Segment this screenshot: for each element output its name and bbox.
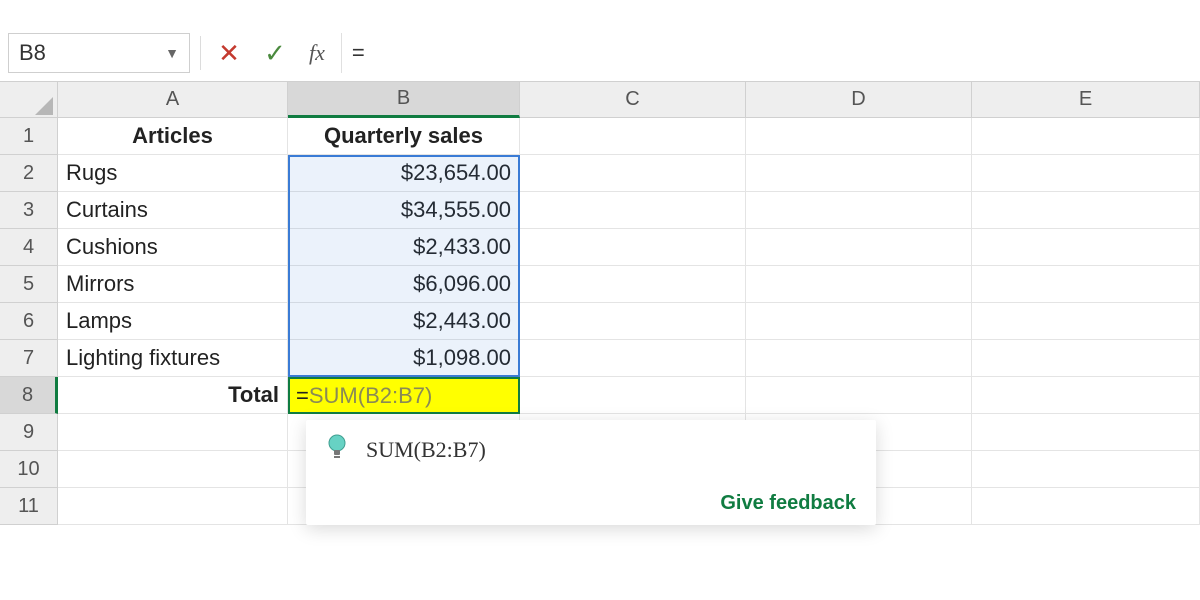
row-header-9[interactable]: 9 <box>0 414 58 451</box>
cell-d8[interactable] <box>746 377 972 414</box>
cell-d1[interactable] <box>746 118 972 155</box>
cell-e10[interactable] <box>972 451 1200 488</box>
cell-e4[interactable] <box>972 229 1200 266</box>
cell-a5[interactable]: Mirrors <box>58 266 288 303</box>
cell-d2[interactable] <box>746 155 972 192</box>
cell-c7[interactable] <box>520 340 746 377</box>
cell-d7[interactable] <box>746 340 972 377</box>
cell-e1[interactable] <box>972 118 1200 155</box>
cell-d4[interactable] <box>746 229 972 266</box>
cell-b8[interactable] <box>288 377 520 414</box>
column-header-d[interactable]: D <box>746 82 972 118</box>
row-6: 6 Lamps $2,443.00 <box>0 303 1200 340</box>
cell-e3[interactable] <box>972 192 1200 229</box>
row-3: 3 Curtains $34,555.00 <box>0 192 1200 229</box>
cell-d5[interactable] <box>746 266 972 303</box>
select-all-icon <box>35 97 53 115</box>
row-1: 1 Articles Quarterly sales <box>0 118 1200 155</box>
cell-b5[interactable]: $6,096.00 <box>288 266 520 303</box>
cell-e5[interactable] <box>972 266 1200 303</box>
lightbulb-icon <box>326 434 348 466</box>
cell-c6[interactable] <box>520 303 746 340</box>
formula-suggestion-text: SUM(B2:B7) <box>366 437 486 463</box>
cell-a9[interactable] <box>58 414 288 451</box>
row-4: 4 Cushions $2,433.00 <box>0 229 1200 266</box>
check-icon: ✓ <box>264 40 286 66</box>
cell-e6[interactable] <box>972 303 1200 340</box>
formula-suggestion-popup: SUM(B2:B7) Give feedback <box>306 420 876 525</box>
cell-b1[interactable]: Quarterly sales <box>288 118 520 155</box>
cell-c1[interactable] <box>520 118 746 155</box>
cell-a8[interactable]: Total <box>58 377 288 414</box>
column-header-row: A B C D E <box>0 82 1200 118</box>
row-header-4[interactable]: 4 <box>0 229 58 266</box>
row-8: 8 Total <box>0 377 1200 414</box>
column-header-c[interactable]: C <box>520 82 746 118</box>
cell-b7[interactable]: $1,098.00 <box>288 340 520 377</box>
row-header-8[interactable]: 8 <box>0 377 58 414</box>
name-box-value: B8 <box>19 40 46 66</box>
cell-d6[interactable] <box>746 303 972 340</box>
cell-a3[interactable]: Curtains <box>58 192 288 229</box>
cell-e2[interactable] <box>972 155 1200 192</box>
worksheet: A B C D E 1 Articles Quarterly sales 2 R… <box>0 82 1200 525</box>
cell-b6[interactable]: $2,443.00 <box>288 303 520 340</box>
column-header-e[interactable]: E <box>972 82 1200 118</box>
cell-e9[interactable] <box>972 414 1200 451</box>
cell-c3[interactable] <box>520 192 746 229</box>
row-header-7[interactable]: 7 <box>0 340 58 377</box>
formula-bar: B8 ▼ ✕ ✓ fx = <box>0 24 1200 82</box>
row-header-2[interactable]: 2 <box>0 155 58 192</box>
cell-c5[interactable] <box>520 266 746 303</box>
cell-b2[interactable]: $23,654.00 <box>288 155 520 192</box>
cell-a6[interactable]: Lamps <box>58 303 288 340</box>
cell-c2[interactable] <box>520 155 746 192</box>
cell-d3[interactable] <box>746 192 972 229</box>
row-header-5[interactable]: 5 <box>0 266 58 303</box>
enter-button[interactable]: ✓ <box>257 35 293 71</box>
formula-input[interactable]: = <box>341 33 1192 73</box>
select-all-corner[interactable] <box>0 82 58 118</box>
chevron-down-icon[interactable]: ▼ <box>165 45 179 61</box>
column-header-a[interactable]: A <box>58 82 288 118</box>
fx-icon[interactable]: fx <box>303 40 331 66</box>
row-header-10[interactable]: 10 <box>0 451 58 488</box>
row-header-6[interactable]: 6 <box>0 303 58 340</box>
give-feedback-link[interactable]: Give feedback <box>326 492 856 515</box>
close-icon: ✕ <box>218 40 240 66</box>
column-header-b[interactable]: B <box>288 82 520 118</box>
cell-e7[interactable] <box>972 340 1200 377</box>
cell-e11[interactable] <box>972 488 1200 525</box>
separator <box>200 36 201 70</box>
cell-b4[interactable]: $2,433.00 <box>288 229 520 266</box>
row-header-3[interactable]: 3 <box>0 192 58 229</box>
row-2: 2 Rugs $23,654.00 <box>0 155 1200 192</box>
cell-a2[interactable]: Rugs <box>58 155 288 192</box>
formula-suggestion-item[interactable]: SUM(B2:B7) <box>326 434 856 466</box>
cell-a4[interactable]: Cushions <box>58 229 288 266</box>
row-7: 7 Lighting fixtures $1,098.00 <box>0 340 1200 377</box>
cancel-button[interactable]: ✕ <box>211 35 247 71</box>
formula-input-value: = <box>352 40 365 66</box>
cell-e8[interactable] <box>972 377 1200 414</box>
cell-b3[interactable]: $34,555.00 <box>288 192 520 229</box>
cell-a11[interactable] <box>58 488 288 525</box>
cell-c4[interactable] <box>520 229 746 266</box>
cell-a1[interactable]: Articles <box>58 118 288 155</box>
cell-a10[interactable] <box>58 451 288 488</box>
cell-a7[interactable]: Lighting fixtures <box>58 340 288 377</box>
row-header-11[interactable]: 11 <box>0 488 58 525</box>
cell-c8[interactable] <box>520 377 746 414</box>
row-header-1[interactable]: 1 <box>0 118 58 155</box>
row-5: 5 Mirrors $6,096.00 <box>0 266 1200 303</box>
name-box[interactable]: B8 ▼ <box>8 33 190 73</box>
